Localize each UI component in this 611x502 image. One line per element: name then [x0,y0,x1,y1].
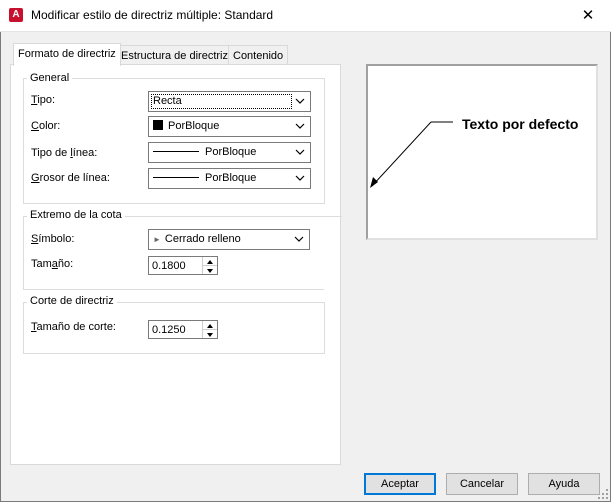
extremo-group [23,216,324,290]
tab-label: Formato de directriz [18,48,116,60]
tab-label: Contenido [233,50,284,62]
color-select[interactable]: PorBloque [148,116,311,137]
arrowhead [370,177,378,188]
autocad-icon: A [9,8,23,22]
tab-contenido[interactable]: Contenido [228,45,289,65]
color-value: PorBloque [168,120,220,132]
leader-preview [370,121,453,188]
caret-up-icon [207,260,213,264]
tamano-corte-value: 0.1250 [152,324,186,336]
tipo-linea-value: PorBloque [205,146,257,158]
close-icon: ✕ [581,7,595,24]
chevron-down-icon [295,175,305,181]
extremo-group-title: Extremo de la cota [27,209,125,221]
corte-group-title: Corte de directriz [27,295,117,307]
tipo-linea-select[interactable]: PorBloque [148,142,311,163]
chevron-down-icon [295,149,305,155]
spin-down-button[interactable] [203,266,217,274]
tipo-select[interactable]: Recta [148,91,311,112]
title-bar: A Modificar estilo de directriz múltiple… [0,0,611,32]
spin-down-button[interactable] [203,330,217,338]
chevron-down-icon [294,236,304,242]
tab-estructura-de-directriz[interactable]: Estructura de directriz [116,45,233,65]
tamano-spinner[interactable]: 0.1800 [148,256,218,275]
cancel-button[interactable]: Cancelar [446,473,518,495]
dialog-title: Modificar estilo de directriz múltiple: … [31,8,274,22]
tamano-value: 0.1800 [152,260,186,272]
linetype-sample [153,151,199,152]
tipo-linea-label: Tipo de línea: [31,147,98,159]
caret-down-icon [207,333,213,337]
tamano-corte-label: Tamaño de corte: [31,321,116,333]
grosor-linea-label: Grosor de línea: [31,172,110,184]
ok-button[interactable]: Aceptar [364,473,436,495]
simbolo-label: Símbolo: [31,233,75,245]
leader-line [371,121,432,187]
simbolo-select[interactable]: ► Cerrado relleno [148,229,310,250]
tamano-corte-spinner[interactable]: 0.1250 [148,320,218,339]
lineweight-sample [153,177,199,178]
preview-text: Texto por defecto [462,116,579,132]
preview-pane: Texto por defecto [366,64,598,240]
tipo-label: Tipo: [31,94,56,106]
tipo-value: Recta [153,95,182,107]
closed-filled-arrow-icon: ► [153,235,161,244]
tab-formato-de-directriz[interactable]: Formato de directriz [13,43,121,66]
color-label: Color: [31,120,61,132]
tamano-label: Tamaño: [31,258,74,270]
spin-up-button[interactable] [203,257,217,266]
grosor-linea-select[interactable]: PorBloque [148,168,311,189]
close-button[interactable]: ✕ [565,0,611,31]
resize-grip-icon[interactable] [598,489,609,500]
tab-panel-formato: General Tipo: Recta Color: PorBloque Tip… [10,64,342,465]
simbolo-value: Cerrado relleno [164,233,241,245]
grosor-linea-value: PorBloque [205,172,257,184]
spin-up-button[interactable] [203,321,217,330]
caret-down-icon [207,269,213,273]
general-group-title: General [27,72,73,84]
chevron-down-icon [295,123,305,129]
tab-label: Estructura de directriz [121,50,228,62]
color-swatch [153,120,163,130]
caret-up-icon [207,324,213,328]
help-button[interactable]: Ayuda [528,473,600,495]
chevron-down-icon [295,98,305,104]
